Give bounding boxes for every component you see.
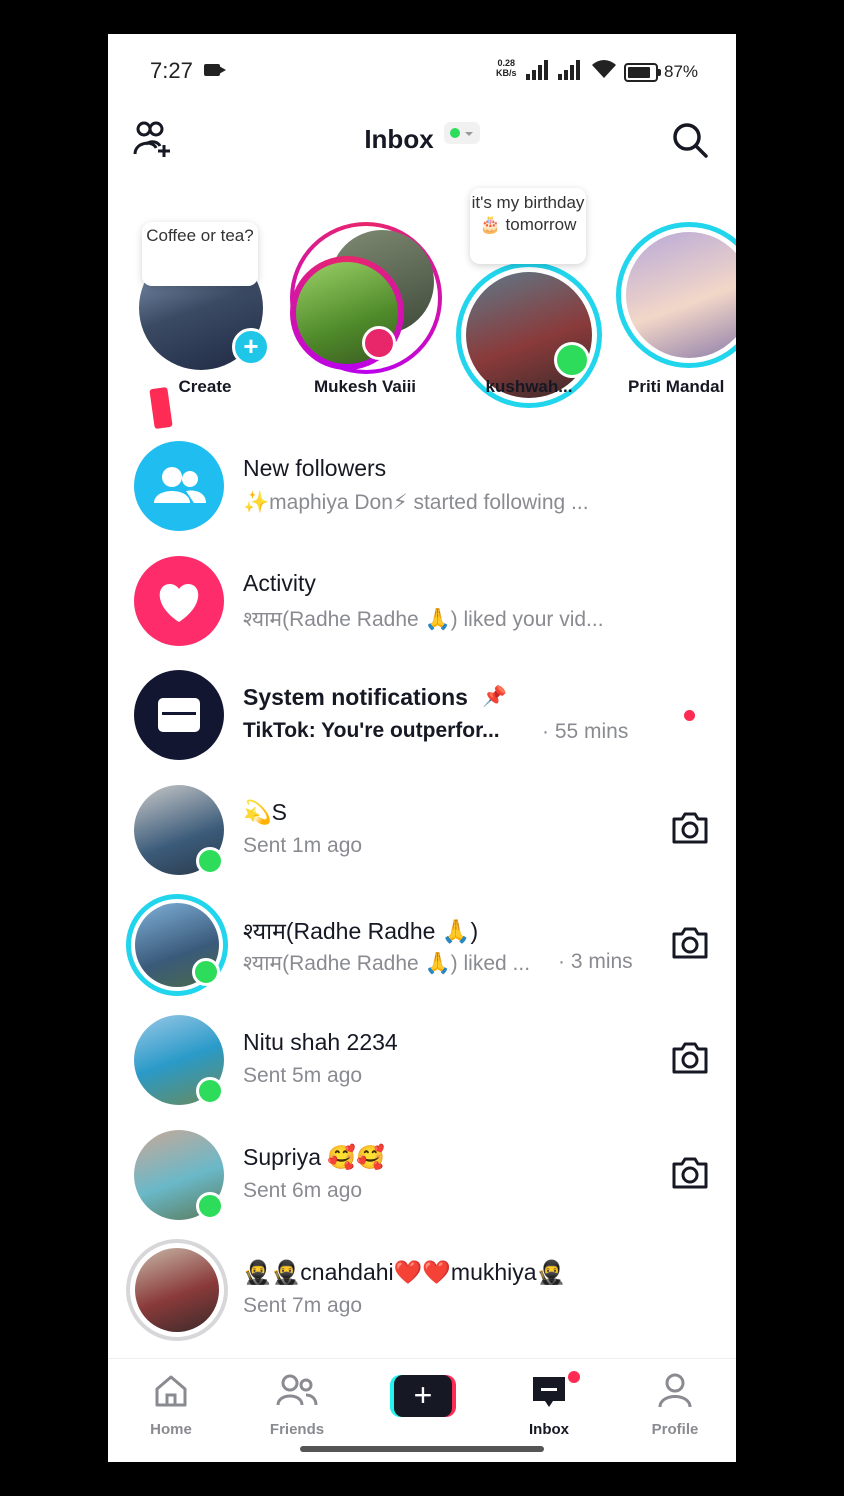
chat-subtitle: Sent 5m ago bbox=[243, 1064, 363, 1087]
inbox-icon bbox=[533, 1377, 565, 1407]
row-title: New followers bbox=[243, 455, 387, 481]
camera-icon[interactable] bbox=[670, 809, 710, 847]
chat-row[interactable]: 💫S Sent 1m ago bbox=[108, 785, 736, 900]
heart-icon bbox=[134, 556, 224, 646]
camera-icon[interactable] bbox=[670, 924, 710, 962]
status-time: 7:27 bbox=[150, 58, 193, 83]
chat-row[interactable]: Supriya 🥰🥰 Sent 6m ago bbox=[108, 1130, 736, 1245]
home-indicator[interactable] bbox=[300, 1446, 544, 1452]
battery-icon bbox=[624, 63, 661, 82]
page-title: Inbox bbox=[364, 124, 434, 154]
signal-icon bbox=[558, 60, 584, 80]
chat-row[interactable]: श्याम(Radhe Radhe 🙏) श्याम(Radhe Radhe 🙏… bbox=[108, 894, 736, 1015]
note-bubble[interactable]: Coffee or tea? bbox=[142, 222, 258, 286]
profile-icon bbox=[658, 1373, 692, 1408]
chat-name: Supriya 🥰🥰 bbox=[243, 1144, 385, 1170]
chat-row[interactable]: 🥷🥷cnahdahi❤️❤️mukhiya🥷 Sent 7m ago bbox=[108, 1239, 736, 1360]
chat-name: 💫S bbox=[243, 799, 287, 825]
row-subtitle: श्याम(Radhe Radhe 🙏) liked your vid... bbox=[243, 608, 604, 631]
wifi-icon bbox=[592, 60, 616, 78]
story-name: Priti Mandal bbox=[628, 377, 725, 396]
create-button[interactable]: + bbox=[360, 1369, 486, 1417]
home-icon bbox=[155, 1375, 187, 1407]
pin-icon: 📌 bbox=[482, 686, 507, 708]
activity-row[interactable]: Activity श्याम(Radhe Radhe 🙏) liked your… bbox=[108, 556, 736, 671]
video-camera-icon bbox=[204, 64, 226, 76]
story-name: Mukesh Vaiii bbox=[313, 377, 417, 396]
tab-friends[interactable]: Friends bbox=[234, 1369, 360, 1438]
net-speed: 0.28 KB/s bbox=[496, 58, 517, 78]
notification-dot bbox=[566, 1369, 582, 1385]
friends-icon bbox=[276, 1374, 318, 1406]
header: Inbox bbox=[108, 122, 736, 155]
followers-icon bbox=[134, 441, 224, 531]
net-speed-unit: KB/s bbox=[496, 68, 517, 78]
chat-time: · 3 mins bbox=[558, 950, 633, 973]
chat-name: 🥷🥷cnahdahi❤️❤️mukhiya🥷 bbox=[243, 1259, 566, 1285]
tab-profile[interactable]: Profile bbox=[612, 1369, 736, 1438]
row-title: Activity bbox=[243, 570, 316, 596]
search-icon[interactable] bbox=[672, 122, 708, 158]
tab-home[interactable]: Home bbox=[108, 1369, 234, 1438]
chat-subtitle: श्याम(Radhe Radhe 🙏) liked ... bbox=[243, 952, 531, 975]
story-name: Create bbox=[178, 377, 232, 396]
online-indicator bbox=[554, 342, 590, 378]
chat-subtitle: Sent 6m ago bbox=[243, 1179, 363, 1202]
tab-label: Friends bbox=[269, 1421, 325, 1438]
inbox-tray-icon bbox=[134, 670, 224, 760]
camera-icon[interactable] bbox=[670, 1154, 710, 1192]
chat-subtitle: Sent 7m ago bbox=[243, 1294, 363, 1317]
online-indicator bbox=[196, 847, 224, 875]
row-subtitle: TikTok: You're outperfor... bbox=[243, 719, 500, 742]
add-story-icon[interactable]: + bbox=[232, 328, 270, 366]
online-indicator bbox=[196, 1192, 224, 1220]
tab-label: Profile bbox=[651, 1421, 699, 1438]
note-bubble[interactable]: it's my birthday🎂 tomorrow bbox=[470, 188, 586, 264]
stats-icon bbox=[362, 326, 396, 360]
story-name: kushwah... bbox=[485, 377, 573, 396]
tab-label: Inbox bbox=[529, 1421, 569, 1438]
row-subtitle: ✨maphiya Don⚡ started following ... bbox=[243, 491, 589, 514]
tab-inbox[interactable]: Inbox bbox=[486, 1369, 612, 1438]
online-dot-icon bbox=[449, 128, 460, 138]
online-status-toggle[interactable] bbox=[443, 122, 480, 144]
signal-icon bbox=[526, 60, 552, 80]
system-notifications-row[interactable]: System notifications 📌 TikTok: You're ou… bbox=[108, 670, 736, 785]
tab-label: Home bbox=[150, 1421, 192, 1438]
phone-screen: 7:27 0.28 KB/s 87% Inbox + Coffee or tea… bbox=[108, 34, 736, 1462]
online-indicator bbox=[196, 1077, 224, 1105]
row-time: · 55 mins bbox=[542, 720, 629, 743]
online-indicator bbox=[192, 958, 220, 986]
battery-percent: 87% bbox=[664, 62, 699, 81]
row-title: System notifications bbox=[243, 684, 468, 710]
chat-row[interactable]: Nitu shah 2234 Sent 5m ago bbox=[108, 1015, 736, 1130]
chat-name: श्याम(Radhe Radhe 🙏) bbox=[243, 918, 479, 944]
unread-dot bbox=[684, 710, 695, 721]
new-followers-row[interactable]: New followers ✨maphiya Don⚡ started foll… bbox=[108, 441, 736, 556]
plus-icon: + bbox=[394, 1375, 452, 1417]
avatar bbox=[135, 1248, 219, 1332]
camera-icon[interactable] bbox=[670, 1039, 710, 1077]
chat-name: Nitu shah 2234 bbox=[243, 1029, 398, 1055]
chat-subtitle: Sent 1m ago bbox=[243, 834, 363, 857]
net-speed-value: 0.28 bbox=[497, 58, 516, 68]
chevron-down-icon bbox=[464, 132, 473, 136]
status-bar: 7:27 0.28 KB/s 87% bbox=[108, 34, 736, 110]
